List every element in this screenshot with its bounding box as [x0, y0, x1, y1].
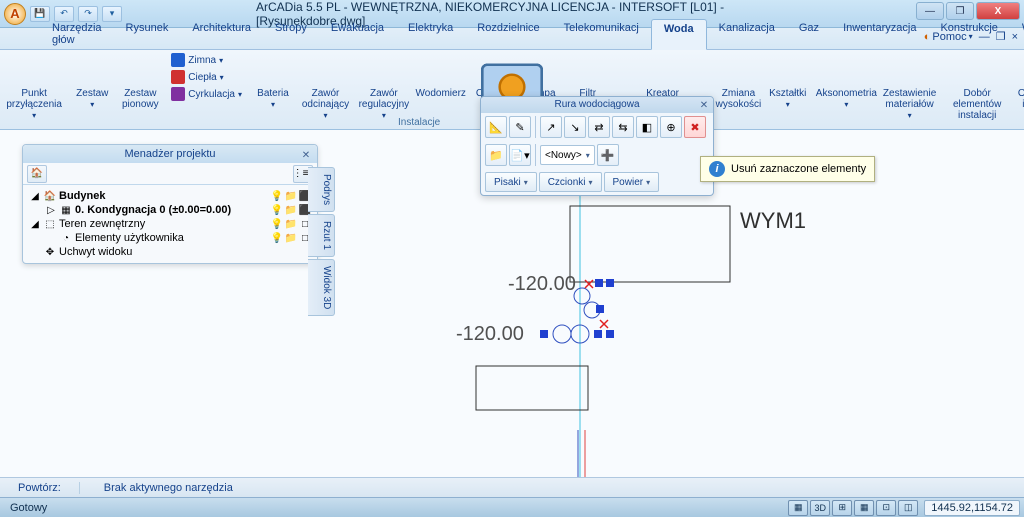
cmd-label: Powtórz:: [0, 482, 80, 494]
side-tab-rzut1[interactable]: Rzut 1: [308, 214, 335, 257]
tab-telekomunikacj[interactable]: Telekomunikacj: [552, 19, 651, 49]
status-toggle-1[interactable]: 3D: [810, 500, 830, 516]
pm-tree[interactable]: ◢🏠Budynek💡📁⬛▷▦0. Kondygnacja 0 (±0.00=0.…: [23, 185, 317, 263]
tree-row[interactable]: ◢🏠Budynek💡📁⬛: [29, 189, 311, 203]
status-toggle-4[interactable]: ⊡: [876, 500, 896, 516]
label-wym1: WYM1: [740, 208, 806, 233]
side-tab-podrys[interactable]: Podrys: [308, 167, 335, 212]
pipe-tool-3[interactable]: ↗: [540, 116, 562, 138]
project-manager-panel[interactable]: Menadżer projektu ✕ 🏠 ⋮≡▾ ◢🏠Budynek💡📁⬛▷▦…: [22, 144, 318, 264]
status-coords: 1445.92,1154.72: [924, 500, 1020, 516]
status-toggle-0[interactable]: ▦: [788, 500, 808, 516]
app-icon[interactable]: A: [4, 3, 26, 25]
help-menu[interactable]: ◐ Pomoc▾: [924, 31, 973, 43]
maximize-button[interactable]: ❐: [946, 2, 974, 20]
tab-kanalizacja[interactable]: Kanalizacja: [707, 19, 787, 49]
pipe-toolbar[interactable]: Rura wodociągowa ✕ 📐✎ ↗↘⇄⇆◧⊕✖ 📁📄▾ <Nowy>▾…: [480, 96, 714, 196]
pipe-tool-1[interactable]: ✎: [509, 116, 531, 138]
pipe-toolbar-close[interactable]: ✕: [697, 98, 711, 112]
status-ready: Gotowy: [0, 502, 57, 514]
status-toggle-5[interactable]: ◫: [898, 500, 918, 516]
pipe-style-combo[interactable]: <Nowy>▾: [540, 145, 595, 165]
status-toggle-3[interactable]: ▦: [854, 500, 874, 516]
pipe-czcionki[interactable]: Czcionki ▾: [539, 172, 602, 192]
pipe-tool-0[interactable]: 📐: [485, 116, 507, 138]
tab-inwentaryzacja[interactable]: Inwentaryzacja: [831, 19, 928, 49]
pm-title[interactable]: Menadżer projektu ✕: [23, 145, 317, 163]
delete-selected-button[interactable]: ✖: [684, 116, 706, 138]
tab-ewakuacja[interactable]: Ewakuacja: [319, 19, 396, 49]
tab-gaz[interactable]: Gaz: [787, 19, 831, 49]
pm-close-icon[interactable]: ✕: [299, 147, 313, 161]
pipe-powier[interactable]: Powier ▾: [604, 172, 660, 192]
tree-row[interactable]: ▷▦0. Kondygnacja 0 (±0.00=0.00)💡📁⬛: [29, 203, 311, 217]
pipe-pisaki[interactable]: Pisaki ▾: [485, 172, 537, 192]
tab-narzędzia-głów[interactable]: Narzędzia głów: [40, 19, 114, 49]
tab-rozdzielnice[interactable]: Rozdzielnice: [465, 19, 551, 49]
side-tab-widok3d[interactable]: Widok 3D: [308, 259, 335, 316]
tree-row[interactable]: ◔Elementy użytkownika💡📁□: [29, 231, 311, 245]
tab-elektryka[interactable]: Elektryka: [396, 19, 465, 49]
pipe-tool-7[interactable]: ◧: [636, 116, 658, 138]
ribbon-group-caption: Instalacje: [390, 116, 448, 129]
doc-close[interactable]: ×: [1012, 31, 1018, 43]
status-bar: Gotowy ▦3D⊞▦⊡◫ 1445.92,1154.72: [0, 497, 1024, 517]
dim-1: -120.00: [508, 273, 576, 295]
tooltip: i Usuń zaznaczone elementy: [700, 156, 875, 182]
pipe-add-button[interactable]: ➕: [597, 144, 619, 166]
tab-rysunek[interactable]: Rysunek: [114, 19, 181, 49]
tab-woda[interactable]: Woda: [651, 19, 707, 50]
ribbon-tabs: Narzędzia główRysunekArchitekturaStropyE…: [0, 28, 1024, 50]
doc-restore[interactable]: ❐: [996, 30, 1006, 43]
pipe-tool-5[interactable]: ⇄: [588, 116, 610, 138]
pm-tool-home[interactable]: 🏠: [27, 165, 47, 183]
pipe-tool-6[interactable]: ⇆: [612, 116, 634, 138]
tab-architektura[interactable]: Architektura: [180, 19, 263, 49]
command-bar: Powtórz: Brak aktywnego narzędzia: [0, 477, 1024, 497]
cmd-message: Brak aktywnego narzędzia: [80, 482, 257, 494]
pipe-row2-1[interactable]: 📄▾: [509, 144, 531, 166]
pipe-row2-0[interactable]: 📁: [485, 144, 507, 166]
tree-row[interactable]: ✥Uchwyt widoku: [29, 245, 311, 259]
doc-minimize[interactable]: —: [979, 31, 990, 43]
close-button[interactable]: X: [976, 2, 1020, 20]
tree-row[interactable]: ◢⬚Teren zewnętrzny💡📁□: [29, 217, 311, 231]
pipe-tool-8[interactable]: ⊕: [660, 116, 682, 138]
pipe-toolbar-title[interactable]: Rura wodociągowa ✕: [481, 97, 713, 113]
info-icon: i: [709, 161, 725, 177]
pipe-tool-4[interactable]: ↘: [564, 116, 586, 138]
dim-2: -120.00: [456, 323, 524, 345]
status-toggle-2[interactable]: ⊞: [832, 500, 852, 516]
minimize-button[interactable]: —: [916, 2, 944, 20]
tab-stropy[interactable]: Stropy: [263, 19, 319, 49]
tooltip-text: Usuń zaznaczone elementy: [731, 163, 866, 175]
